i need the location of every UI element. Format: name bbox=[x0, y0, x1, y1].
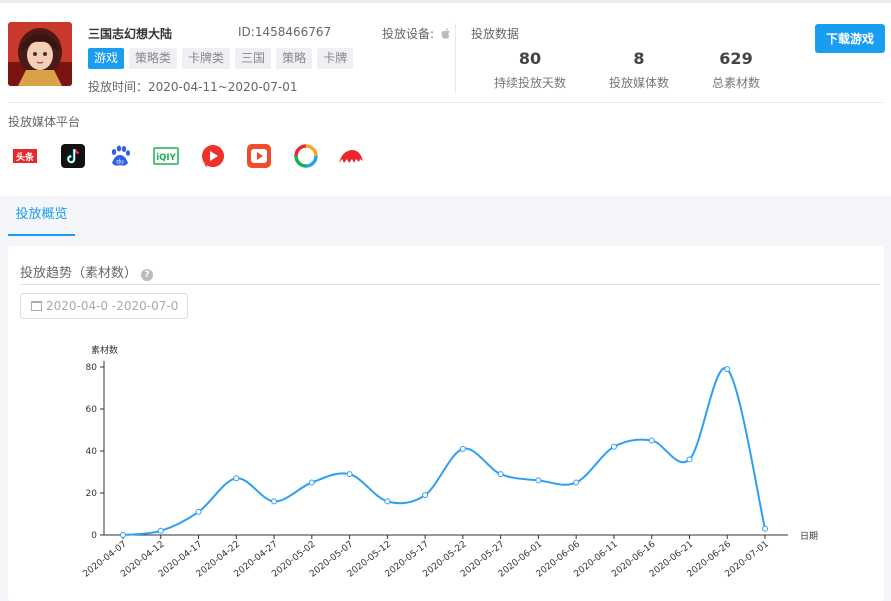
toutiao-icon[interactable]: 头条 bbox=[12, 143, 38, 169]
delivery-time: 投放时间：2020-04-11~2020-07-01 bbox=[88, 80, 298, 94]
data-point bbox=[120, 532, 126, 538]
data-point bbox=[610, 443, 617, 450]
stat-materials-value: 629 bbox=[719, 49, 753, 68]
toutiao-text: 头条 bbox=[16, 151, 35, 163]
vertical-divider bbox=[455, 23, 456, 93]
data-point bbox=[535, 477, 542, 484]
video-play-icon[interactable] bbox=[200, 143, 226, 169]
horizontal-divider bbox=[8, 102, 883, 103]
stat-media-label: 投放媒体数 bbox=[608, 76, 669, 90]
platform-title: 投放媒体平台 bbox=[8, 115, 81, 129]
tag-3[interactable]: 三国 bbox=[235, 48, 272, 69]
data-point bbox=[308, 479, 315, 486]
data-point bbox=[762, 525, 768, 532]
stat-media-value: 8 bbox=[633, 49, 645, 68]
device-info: 投放设备: bbox=[382, 25, 451, 42]
tab-overview[interactable]: 投放概览 bbox=[8, 196, 75, 236]
iqiyi-icon[interactable]: iQIY bbox=[153, 143, 179, 169]
stat-days-value: 80 bbox=[518, 49, 542, 68]
game-info-card: 三国志幻想大陆 ID:1458466767 投放设备: 游戏 策略类 卡牌类 三… bbox=[0, 0, 891, 196]
data-point bbox=[573, 479, 580, 486]
tag-5[interactable]: 卡牌 bbox=[317, 48, 354, 69]
data-point bbox=[157, 527, 164, 534]
y-tick-label: 0 bbox=[91, 531, 97, 541]
stat-materials: 629 总素材数 bbox=[681, 49, 791, 91]
tag-list: 游戏 策略类 卡牌类 三国 策略 卡牌 bbox=[88, 48, 354, 69]
data-point bbox=[233, 475, 240, 482]
stat-days: 80 持续投放天数 bbox=[475, 49, 585, 91]
data-point bbox=[271, 498, 278, 505]
trend-chart-card: 投放趋势（素材数）? 2020-04-0 -2020-07-0 0 20 40 60 8… bbox=[8, 246, 884, 601]
stat-media: 8 投放媒体数 bbox=[584, 49, 694, 91]
data-point bbox=[384, 498, 391, 505]
data-point bbox=[497, 471, 504, 478]
feather-icon[interactable] bbox=[338, 143, 364, 169]
tag-0[interactable]: 游戏 bbox=[88, 48, 125, 69]
stat-materials-label: 总素材数 bbox=[711, 76, 760, 90]
data-point bbox=[648, 437, 655, 444]
data-point bbox=[459, 445, 466, 452]
data-point bbox=[422, 492, 429, 499]
trend-line-chart: 020406080素材数日期2020-04-072020-04-122020-0… bbox=[81, 344, 818, 580]
y-tick-label: 60 bbox=[86, 405, 98, 415]
y-axis-label: 素材数 bbox=[91, 344, 118, 356]
stat-days-label: 持续投放天数 bbox=[493, 76, 566, 90]
tag-1[interactable]: 策略类 bbox=[129, 48, 178, 69]
data-point bbox=[686, 456, 693, 463]
game-name: 三国志幻想大陆 bbox=[88, 27, 173, 41]
stats-title: 投放数据 bbox=[471, 27, 520, 41]
download-game-button[interactable]: 下载游戏 bbox=[815, 24, 885, 53]
y-tick-label: 20 bbox=[86, 489, 98, 499]
data-point bbox=[724, 366, 731, 373]
tag-4[interactable]: 策略 bbox=[276, 48, 313, 69]
device-label: 投放设备: bbox=[382, 27, 435, 41]
data-point bbox=[346, 471, 353, 478]
game-avatar[interactable] bbox=[8, 22, 72, 86]
game-id: ID:1458466767 bbox=[238, 25, 332, 39]
y-tick-label: 80 bbox=[86, 363, 98, 373]
baidu-icon[interactable]: du bbox=[107, 143, 133, 169]
tag-2[interactable]: 卡牌类 bbox=[182, 48, 231, 69]
douyin-icon[interactable] bbox=[60, 143, 86, 169]
iqiyi-text: iQIY bbox=[156, 153, 176, 163]
x-axis-label: 日期 bbox=[800, 531, 818, 542]
apple-icon bbox=[441, 28, 450, 39]
ring-icon[interactable] bbox=[293, 143, 319, 169]
y-tick-label: 40 bbox=[86, 447, 98, 457]
baidu-text: du bbox=[116, 159, 124, 166]
tab-bar: 投放概览 bbox=[0, 196, 891, 236]
series-line bbox=[122, 367, 766, 536]
data-point bbox=[195, 508, 202, 515]
xigua-icon[interactable] bbox=[246, 143, 272, 169]
